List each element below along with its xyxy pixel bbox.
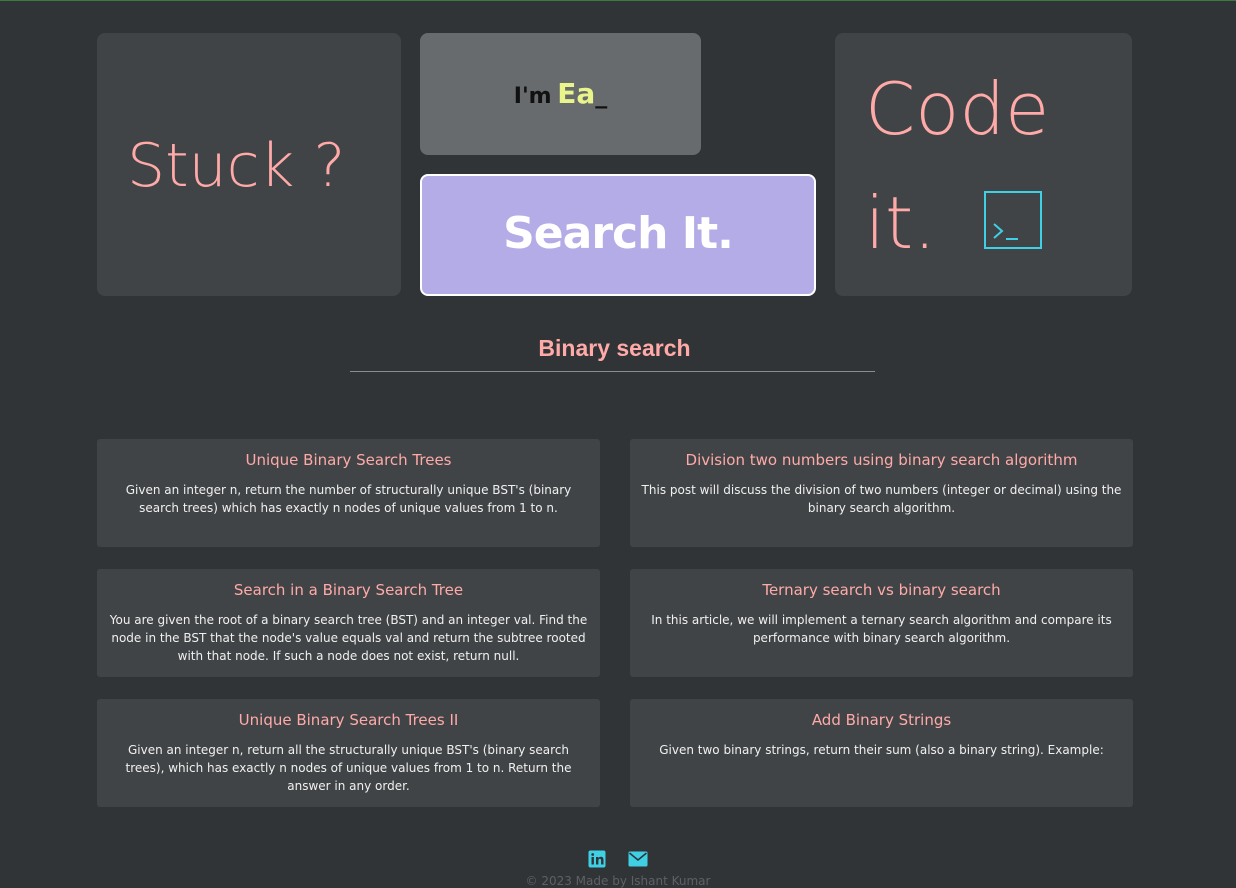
footer-links <box>0 848 1236 868</box>
stuck-tile: Stuck ? <box>97 33 401 296</box>
typewriter-cursor: _ <box>595 81 608 109</box>
typewriter-tile: I'm Ea_ <box>420 33 701 155</box>
code-it-tile: Code it. <box>835 33 1132 296</box>
result-title[interactable]: Search in a Binary Search Tree <box>107 581 590 599</box>
typewriter-line: I'm Ea_ <box>420 77 701 110</box>
result-title[interactable]: Division two numbers using binary search… <box>640 451 1123 469</box>
result-card[interactable]: Unique Binary Search Trees Given an inte… <box>97 439 600 547</box>
result-card[interactable]: Division two numbers using binary search… <box>630 439 1133 547</box>
result-card[interactable]: Search in a Binary Search Tree You are g… <box>97 569 600 677</box>
result-description: In this article, we will implement a ter… <box>651 613 1112 645</box>
code-it-line1: Code <box>865 67 1050 151</box>
linkedin-icon[interactable] <box>588 850 606 868</box>
typewriter-prefix: I'm <box>513 84 552 109</box>
result-card[interactable]: Unique Binary Search Trees II Given an i… <box>97 699 600 807</box>
email-icon[interactable] <box>628 851 648 867</box>
search-it-label: Search It. <box>503 208 734 259</box>
result-description: Given an integer n, return all the struc… <box>125 743 572 793</box>
footer-credit: © 2023 Made by Ishant Kumar <box>525 874 711 888</box>
result-description: Given two binary strings, return their s… <box>659 743 1104 757</box>
search-it-button[interactable]: Search It. <box>420 174 816 296</box>
result-description: This post will discuss the division of t… <box>641 483 1122 515</box>
terminal-icon <box>984 191 1042 249</box>
search-field <box>350 329 879 372</box>
search-input[interactable] <box>350 329 879 367</box>
typewriter-word: Ea <box>557 77 596 110</box>
result-description: Given an integer n, return the number of… <box>125 483 572 515</box>
code-it-line2: it. <box>865 181 937 265</box>
result-card[interactable]: Ternary search vs binary search In this … <box>630 569 1133 677</box>
result-title[interactable]: Unique Binary Search Trees II <box>107 711 590 729</box>
result-title[interactable]: Ternary search vs binary search <box>640 581 1123 599</box>
result-card[interactable]: Add Binary Strings Given two binary stri… <box>630 699 1133 807</box>
result-title[interactable]: Unique Binary Search Trees <box>107 451 590 469</box>
result-description: You are given the root of a binary searc… <box>109 613 588 663</box>
stuck-text: Stuck ? <box>127 131 346 201</box>
result-title[interactable]: Add Binary Strings <box>640 711 1123 729</box>
